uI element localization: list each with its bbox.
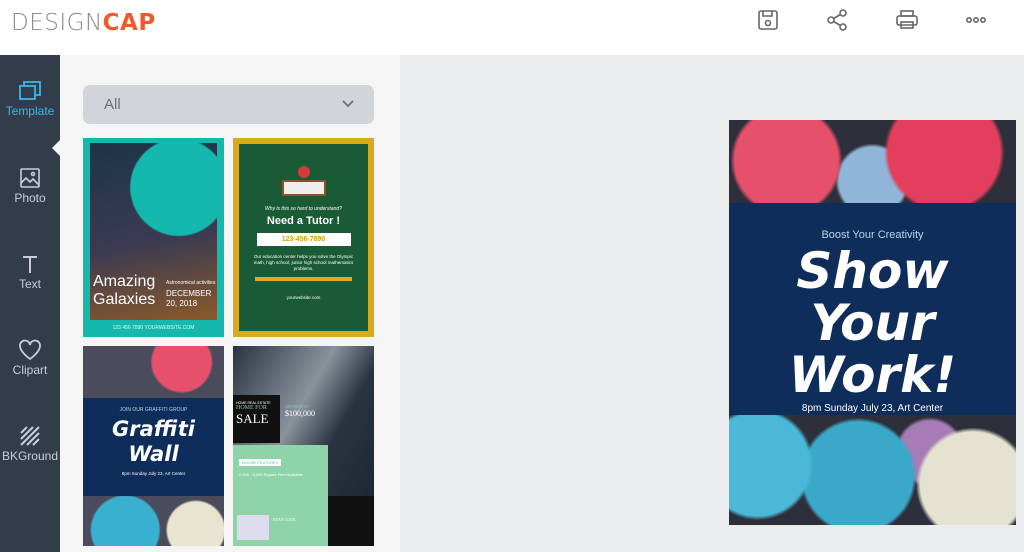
template-text: 123-456-7890 bbox=[256, 233, 351, 246]
template-title: Galaxies bbox=[93, 291, 156, 308]
template-text: 123 456 7890 YOURWEBSITE.COM bbox=[112, 325, 195, 331]
template-text: HOUSE FEATURES bbox=[239, 459, 282, 466]
sidebar-item-text[interactable]: Text bbox=[0, 253, 60, 333]
dropdown-value: All bbox=[104, 96, 121, 113]
left-sidebar: Template Photo Text Clipart BKGround bbox=[0, 55, 60, 552]
template-text: 20, 2018 bbox=[166, 299, 198, 308]
template-icon bbox=[19, 81, 41, 100]
sidebar-item-photo[interactable]: Photo bbox=[0, 167, 60, 247]
text-icon bbox=[23, 256, 37, 273]
heart-icon bbox=[19, 339, 41, 361]
share-icon[interactable] bbox=[825, 8, 849, 32]
photo-icon bbox=[20, 168, 40, 188]
template-real-estate[interactable]: HOME REAL ESTATE HOME FOR SALE OFFERED A… bbox=[233, 346, 374, 546]
books-icon bbox=[281, 180, 326, 196]
template-text: JOIN OUR GRAFFITI GROUP bbox=[119, 407, 188, 413]
sidebar-item-label: Template bbox=[5, 104, 55, 118]
template-text: Why is this so hard to understand? bbox=[265, 206, 342, 212]
features-box bbox=[328, 496, 374, 546]
sidebar-item-label: Clipart bbox=[12, 363, 48, 377]
template-title: Amazing bbox=[93, 273, 156, 290]
sidebar-item-template[interactable]: Template bbox=[0, 80, 60, 160]
sidebar-item-clipart[interactable]: Clipart bbox=[0, 339, 60, 419]
poster-title-line: Show bbox=[796, 242, 949, 300]
template-text: RYAN COOK bbox=[273, 517, 297, 522]
poster-title[interactable]: Show Your Work! bbox=[729, 245, 1016, 401]
print-icon[interactable] bbox=[895, 8, 919, 32]
pencil-icon bbox=[255, 277, 352, 281]
background-icon bbox=[20, 426, 40, 446]
logo-text-accent: CAP bbox=[102, 10, 156, 36]
template-galaxies[interactable]: Amazing Galaxies Astronomical activities … bbox=[83, 138, 224, 337]
template-text: Astronomical activities bbox=[166, 280, 216, 286]
agent-photo bbox=[237, 515, 269, 540]
logo-text: DESIGN bbox=[11, 10, 103, 36]
template-graffiti[interactable]: JOIN OUR GRAFFITI GROUP Graffiti Wall 8pm… bbox=[83, 346, 224, 546]
sidebar-item-background[interactable]: BKGround bbox=[0, 425, 60, 505]
poster-band: Boost Your Creativity Show Your Work! 8p… bbox=[729, 203, 1016, 415]
save-icon[interactable] bbox=[756, 8, 780, 32]
template-panel: All Amazing Galaxies Astronomical activit… bbox=[60, 55, 400, 552]
sidebar-item-label: Photo bbox=[14, 191, 46, 205]
active-indicator bbox=[52, 140, 60, 156]
apple-icon bbox=[297, 166, 310, 178]
template-text: yourwebsite.com bbox=[286, 295, 321, 300]
template-text: $100,000 bbox=[285, 409, 315, 418]
chevron-down-icon bbox=[342, 100, 354, 108]
poster-preview[interactable]: Boost Your Creativity Show Your Work! 8p… bbox=[729, 120, 1016, 525]
category-dropdown[interactable]: All bbox=[83, 85, 374, 124]
sidebar-item-label: BKGround bbox=[1, 449, 59, 463]
poster-title-line: Your bbox=[810, 294, 935, 352]
poster-title-line: Work! bbox=[788, 346, 957, 404]
designcap-logo[interactable]: DESIGNCAP bbox=[11, 10, 156, 36]
more-icon[interactable] bbox=[964, 8, 988, 32]
template-title: Need a Tutor ! bbox=[266, 215, 341, 227]
top-header: DESIGNCAP bbox=[0, 0, 1024, 55]
template-tutor[interactable]: Why is this so hard to understand? Need … bbox=[233, 138, 374, 337]
poster-subtitle[interactable]: Boost Your Creativity bbox=[729, 203, 1016, 241]
poster-date[interactable]: 8pm Sunday July 23, Art Center bbox=[729, 403, 1016, 414]
template-title: SALE bbox=[236, 411, 269, 426]
template-title: Graffiti bbox=[112, 417, 195, 441]
template-text: 8pm Sunday July 23, Art Center bbox=[121, 471, 186, 476]
template-text: DECEMBER bbox=[166, 289, 212, 298]
template-text: 2,500 - 5,000 Square Feet Available bbox=[239, 472, 303, 477]
template-text: Our education center helps you solve the… bbox=[253, 254, 354, 271]
template-title: Wall bbox=[128, 442, 179, 466]
sidebar-item-label: Text bbox=[18, 277, 41, 291]
